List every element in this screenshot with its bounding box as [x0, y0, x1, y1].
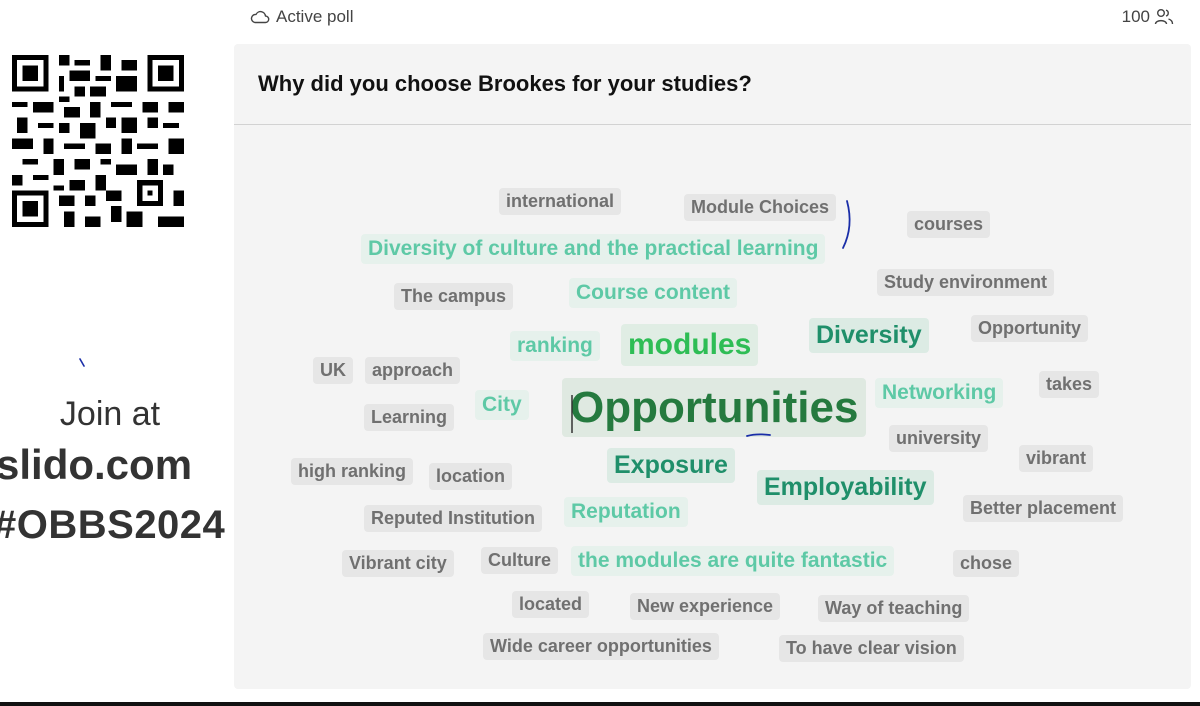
word-reputation: Reputation: [564, 497, 688, 528]
word-high-ranking: high ranking: [291, 458, 413, 485]
word-reputed-institution: Reputed Institution: [364, 505, 542, 532]
word-better-placement: Better placement: [963, 495, 1124, 522]
pen-annotation-mark: [79, 358, 85, 367]
word-located: located: [512, 591, 590, 618]
word-culture: Culture: [481, 547, 558, 574]
word-wide-career: Wide career opportunities: [483, 633, 719, 660]
word-approach: approach: [365, 357, 461, 384]
participant-count-value: 100: [1121, 7, 1150, 26]
participant-count: 100: [1122, 6, 1174, 28]
join-instructions: Join at: [0, 394, 220, 434]
word-modules-fantastic: the modules are quite fantastic: [571, 546, 895, 577]
word-diversity-culture: Diversity of culture and the practical l…: [361, 234, 826, 265]
event-code: #OBBS2024: [0, 503, 226, 547]
people-icon: [1154, 9, 1174, 25]
word-learning: Learning: [364, 404, 455, 431]
poll-status: Active poll: [250, 6, 353, 28]
join-domain: slido.com: [0, 441, 193, 488]
word-diversity: Diversity: [809, 318, 929, 354]
join-label: Join at: [59, 395, 161, 433]
word-study-environment: Study environment: [877, 269, 1055, 296]
word-location: location: [429, 463, 513, 490]
word-ranking: ranking: [510, 331, 600, 362]
word-clear-vision: To have clear vision: [779, 635, 964, 662]
poll-status-label: Active poll: [276, 7, 354, 26]
word-the-campus: The campus: [394, 283, 514, 310]
word-courses: courses: [907, 211, 991, 238]
word-way-of-teaching: Way of teaching: [818, 595, 970, 622]
cloud-icon: [250, 10, 270, 24]
word-networking: Networking: [875, 378, 1004, 409]
word-chose: chose: [953, 550, 1020, 577]
word-uk: UK: [313, 357, 353, 384]
word-university: university: [889, 425, 989, 452]
word-opportunities: Opportunities: [562, 378, 867, 437]
poll-header: Why did you choose Brookes for your stud…: [234, 44, 1191, 125]
word-cloud: international Module Choices courses Div…: [234, 125, 1191, 689]
word-module-choices: Module Choices: [684, 194, 837, 221]
word-new-experience: New experience: [630, 593, 781, 620]
bottom-border: [0, 702, 1200, 706]
word-takes: takes: [1039, 371, 1100, 398]
word-vibrant: vibrant: [1019, 445, 1094, 472]
word-exposure: Exposure: [607, 448, 735, 484]
word-city: City: [475, 390, 529, 421]
qr-code-icon: [12, 55, 184, 227]
word-modules: modules: [621, 324, 759, 366]
word-opportunity: Opportunity: [971, 315, 1088, 342]
word-international: international: [499, 188, 622, 215]
word-course-content: Course content: [569, 278, 738, 309]
word-vibrant-city: Vibrant city: [342, 550, 454, 577]
word-employability: Employability: [757, 470, 934, 506]
poll-card: Why did you choose Brookes for your stud…: [234, 44, 1191, 689]
poll-question: Why did you choose Brookes for your stud…: [258, 71, 752, 96]
pen-annotation-mark: [842, 200, 851, 249]
